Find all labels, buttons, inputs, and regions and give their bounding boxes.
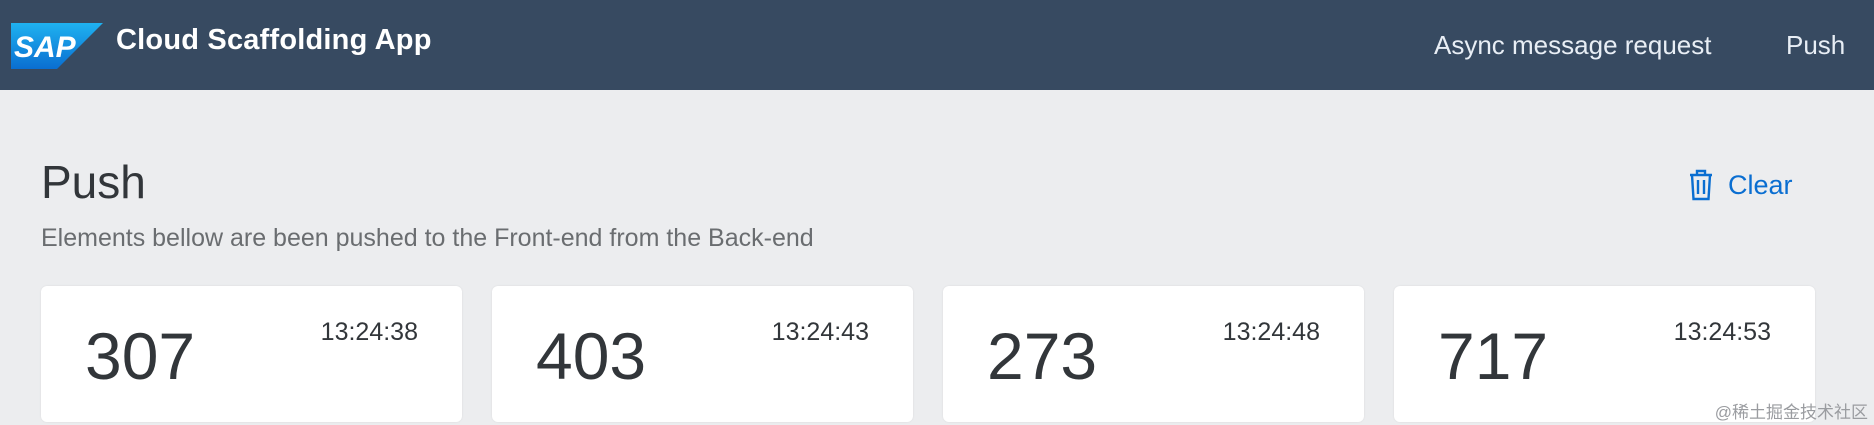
card-value: 273 (987, 319, 1098, 393)
nav-push[interactable]: Push (1786, 30, 1845, 61)
card-time: 13:24:53 (1673, 318, 1771, 346)
card-time: 13:24:38 (320, 318, 418, 346)
shell-bar: SAP Cloud Scaffolding App Async message … (0, 0, 1874, 90)
page-title: Push (41, 156, 146, 208)
watermark: @稀土掘金技术社区 (1714, 403, 1868, 422)
trash-icon (1690, 169, 1712, 201)
card-value: 403 (536, 319, 647, 393)
nav-async-message-request[interactable]: Async message request (1434, 30, 1711, 61)
card-time: 13:24:43 (771, 318, 869, 346)
page-subtitle: Elements bellow are been pushed to the F… (41, 224, 814, 252)
push-card[interactable]: 403 13:24:43 (492, 286, 913, 422)
sap-logo[interactable]: SAP (11, 23, 103, 69)
sap-logo-text: SAP (14, 31, 77, 64)
app-title: Cloud Scaffolding App (116, 24, 432, 56)
card-time: 13:24:48 (1222, 318, 1320, 346)
clear-button[interactable]: Clear (1688, 169, 1793, 201)
push-card[interactable]: 273 13:24:48 (943, 286, 1364, 422)
clear-button-label: Clear (1728, 169, 1793, 200)
card-value: 307 (85, 319, 196, 393)
push-cards: 307 13:24:38 403 13:24:43 273 13:24:48 7… (0, 286, 1874, 425)
push-card[interactable]: 307 13:24:38 (41, 286, 462, 422)
card-value: 717 (1438, 319, 1549, 393)
